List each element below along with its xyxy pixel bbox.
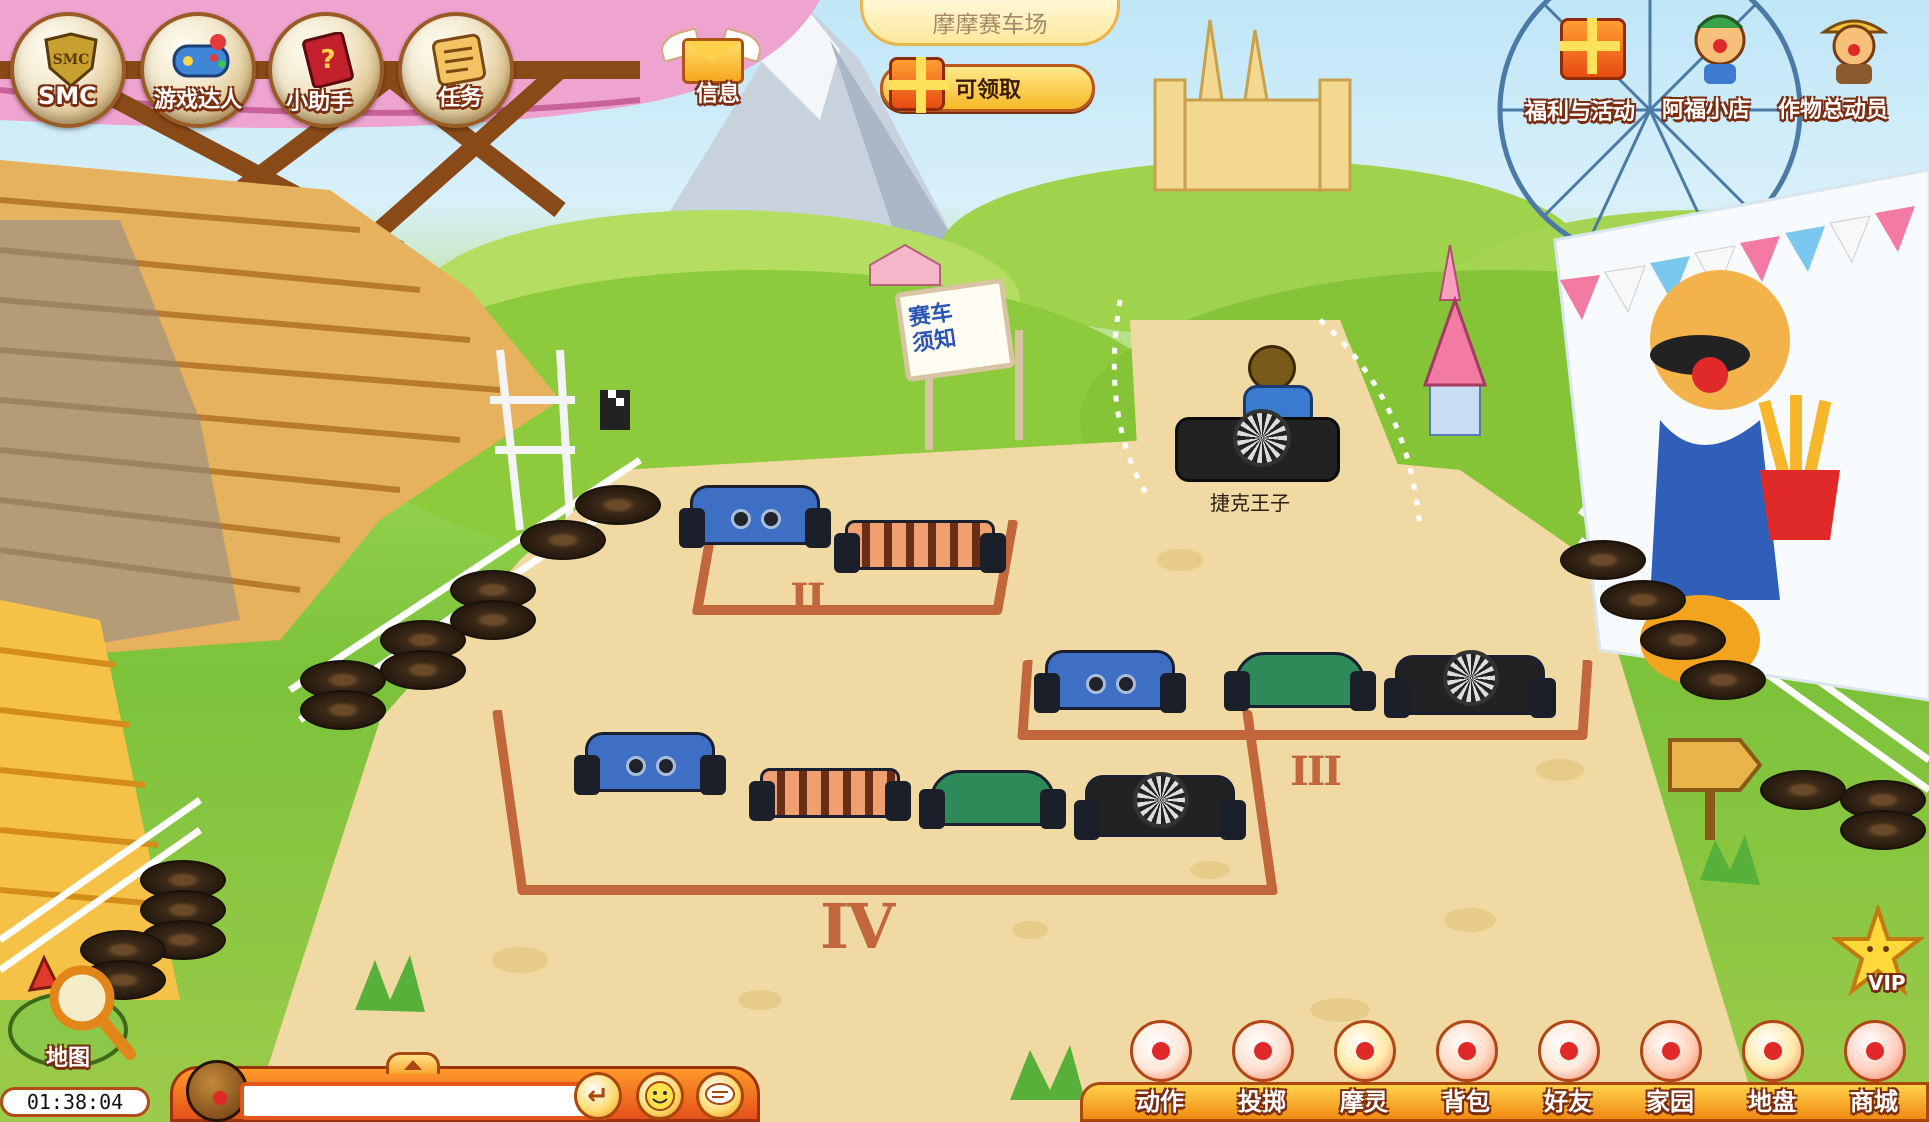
menu-label-4: 好友 xyxy=(1544,1088,1592,1116)
task-button[interactable]: 任务 xyxy=(398,12,514,128)
menu-label-1: 投掷 xyxy=(1238,1088,1286,1116)
menu-button-2[interactable]: 摩灵 xyxy=(1314,1020,1414,1122)
home-icon xyxy=(1640,1020,1702,1082)
gift-box-icon xyxy=(1560,18,1626,80)
assistant-button[interactable]: ? 小助手 xyxy=(268,12,384,128)
game-master-label: 游戏达人 xyxy=(154,88,243,113)
crop-mobilization-label: 作物总动员 xyxy=(1778,98,1889,123)
friends-icon xyxy=(1538,1020,1600,1082)
menu-button-7[interactable]: 商城 xyxy=(1824,1020,1924,1122)
claim-reward-button[interactable]: 可领取 xyxy=(880,57,1095,113)
menu-button-0[interactable]: 动作 xyxy=(1110,1020,1210,1122)
menu-label-3: 背包 xyxy=(1442,1088,1490,1116)
game-clock: 01:38:04 xyxy=(0,1087,150,1117)
map-label: 地图 xyxy=(46,1046,91,1071)
task-label: 任务 xyxy=(438,86,483,111)
gift-box-icon xyxy=(889,57,949,113)
menu-button-5[interactable]: 家园 xyxy=(1620,1020,1720,1122)
vip-label: VIP xyxy=(1868,971,1906,995)
moling-pet-icon xyxy=(1334,1020,1396,1082)
parking-numeral-3: III xyxy=(1290,748,1342,795)
help-book-icon: ? xyxy=(298,32,360,88)
location-title: 摩摩赛车场 xyxy=(860,0,1120,46)
send-button[interactable]: ↵ xyxy=(574,1072,622,1120)
kart-fan-2[interactable] xyxy=(1074,772,1246,840)
message-label: 信息 xyxy=(696,82,741,107)
farmer-icon xyxy=(1818,10,1890,86)
kart-orange-1[interactable] xyxy=(834,520,1006,573)
menu-button-3[interactable]: 背包 xyxy=(1416,1020,1516,1122)
welfare-label: 福利与活动 xyxy=(1525,100,1636,125)
chevron-up-icon xyxy=(404,1059,422,1070)
shopkeeper-icon xyxy=(1684,10,1756,86)
throw-target-icon xyxy=(1232,1020,1294,1082)
kart-green-1[interactable] xyxy=(1224,652,1376,711)
game-master-button[interactable]: 游戏达人 xyxy=(140,12,256,128)
kart-blue-1[interactable] xyxy=(679,485,831,548)
player-character[interactable] xyxy=(1175,345,1343,495)
welfare-button[interactable]: 福利与活动 xyxy=(1525,8,1655,125)
kart-blue-2[interactable] xyxy=(1034,650,1186,713)
menu-button-6[interactable]: 地盘 xyxy=(1722,1020,1822,1122)
menu-button-1[interactable]: 投掷 xyxy=(1212,1020,1312,1122)
vip-button[interactable]: VIP xyxy=(1830,902,1926,1001)
expand-chat-button[interactable] xyxy=(386,1052,440,1074)
emoji-button[interactable] xyxy=(636,1072,684,1120)
menu-label-7: 商城 xyxy=(1850,1088,1898,1116)
map-button[interactable]: 地图 xyxy=(6,950,156,1071)
mall-icon xyxy=(1844,1020,1906,1082)
menu-label-5: 家园 xyxy=(1646,1088,1694,1116)
smc-button[interactable]: SMC SMC xyxy=(10,12,126,128)
race-notice-sign[interactable]: 赛车 须知 xyxy=(894,277,1016,383)
assistant-label: 小助手 xyxy=(286,90,353,115)
smiley-icon xyxy=(645,1081,675,1111)
parking-numeral-4: IV xyxy=(820,890,895,963)
svg-text:?: ? xyxy=(320,45,335,75)
afu-shop-button[interactable]: 阿福小店 xyxy=(1658,4,1783,124)
menu-label-2: 摩灵 xyxy=(1340,1088,1388,1116)
parking-numeral-2: II xyxy=(790,575,825,622)
kart-green-2[interactable] xyxy=(919,770,1066,829)
backpack-icon xyxy=(1436,1020,1498,1082)
territory-icon xyxy=(1742,1020,1804,1082)
speech-bubble-icon xyxy=(705,1083,735,1105)
enter-arrow-icon: ↵ xyxy=(587,1081,609,1111)
message-button[interactable]: 信息 xyxy=(657,24,770,114)
smc-label: SMC xyxy=(38,82,97,110)
smc-shield-icon: SMC xyxy=(40,32,102,88)
menu-label-0: 动作 xyxy=(1136,1088,1184,1116)
kart-blue-3[interactable] xyxy=(574,732,726,795)
player-avatar[interactable] xyxy=(186,1060,248,1122)
kart-fan-1[interactable] xyxy=(1384,650,1556,718)
player-name: 捷克王子 xyxy=(1210,491,1290,515)
crop-mobilization-button[interactable]: 作物总动员 xyxy=(1778,4,1928,124)
menu-button-4[interactable]: 好友 xyxy=(1518,1020,1618,1122)
gamepad-icon xyxy=(170,32,232,88)
chat-bubble-button[interactable] xyxy=(696,1072,744,1120)
claim-reward-label: 可领取 xyxy=(955,78,1022,103)
menu-label-6: 地盘 xyxy=(1748,1088,1796,1116)
action-icon xyxy=(1130,1020,1192,1082)
chat-input[interactable] xyxy=(240,1082,610,1120)
game-scene: II III IV 赛车 须知 捷克王子 摩摩赛车场 可领取 信息 SMC SM… xyxy=(0,0,1929,1122)
afu-shop-label: 阿福小店 xyxy=(1662,98,1751,123)
smc-badge-text: SMC xyxy=(53,52,90,68)
kart-orange-2[interactable] xyxy=(749,768,911,821)
avatar-nose xyxy=(213,1091,227,1105)
